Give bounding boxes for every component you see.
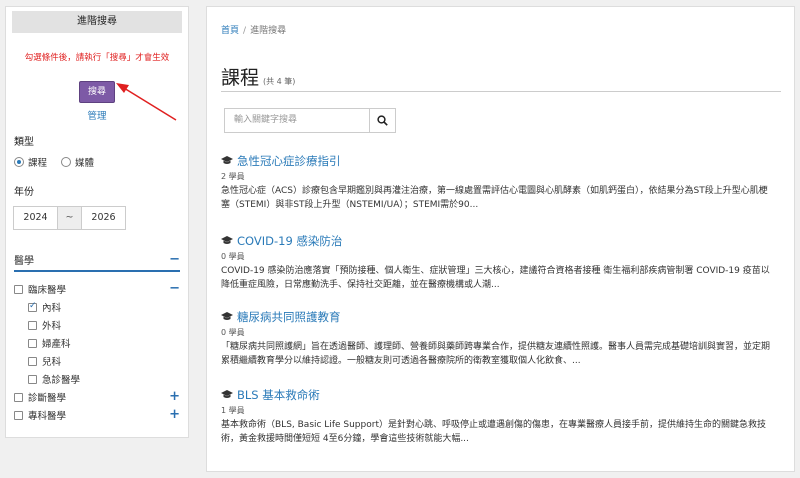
radio-course-label[interactable]: 課程	[28, 155, 47, 169]
medicine-section-title: 醫學	[14, 256, 34, 267]
course-item: 急性冠心症診療指引 2 學員 急性冠心症（ACS）診療包含早期鑑別與再灌注治療，…	[221, 153, 781, 212]
checkbox[interactable]	[28, 374, 37, 384]
collapse-icon[interactable]: −	[169, 253, 180, 266]
category-diagnostic-medicine[interactable]: 診斷醫學 +	[14, 388, 180, 406]
medicine-section-header: 醫學 −	[14, 252, 180, 272]
advanced-search-sidebar: 進階搜尋 勾選條件後，請執行「搜尋」才會生效 搜尋 管理 類型 課程 媒體 年份…	[5, 6, 189, 438]
graduation-cap-icon	[221, 236, 233, 244]
course-title-link[interactable]: COVID-19 感染防治	[221, 233, 781, 249]
subcategory-label: 急診醫學	[42, 375, 81, 386]
expand-icon[interactable]: +	[169, 390, 180, 403]
category-specialty-medicine[interactable]: 專科醫學 +	[14, 406, 180, 424]
type-section-title: 類型	[14, 137, 34, 148]
search-warning-text: 勾選條件後，請執行「搜尋」才會生效	[24, 53, 170, 63]
year-from-input[interactable]: 2024	[13, 206, 58, 230]
course-title-link[interactable]: BLS 基本救命術	[221, 387, 781, 403]
subcategory-label: 外科	[42, 321, 62, 332]
category-clinical-medicine[interactable]: 臨床醫學 −	[14, 280, 180, 298]
red-arrow-icon	[116, 83, 177, 121]
collapse-icon[interactable]: −	[169, 282, 180, 295]
course-title-text: 急性冠心症診療指引	[237, 154, 341, 168]
course-student-count: 0 學員	[221, 252, 245, 261]
page-title-text: 課程	[221, 67, 260, 89]
course-student-count: 2 學員	[221, 172, 245, 181]
radio-media-label[interactable]: 媒體	[75, 155, 94, 169]
sidebar-header: 進階搜尋	[12, 11, 182, 33]
checkbox[interactable]	[14, 410, 23, 420]
course-title-text: BLS 基本救命術	[237, 388, 320, 402]
expand-icon[interactable]: +	[169, 408, 180, 421]
breadcrumb-separator: /	[243, 26, 247, 36]
course-title-link[interactable]: 糖尿病共同照護教育	[221, 309, 781, 325]
course-title-text: 糖尿病共同照護教育	[237, 310, 341, 324]
checkbox[interactable]	[28, 320, 37, 330]
graduation-cap-icon	[221, 156, 233, 164]
checkbox[interactable]	[28, 338, 37, 348]
category-label: 臨床醫學	[28, 285, 67, 296]
category-label: 診斷醫學	[28, 393, 67, 404]
graduation-cap-icon	[221, 390, 233, 398]
subcategory-pediatrics[interactable]: 兒科	[28, 352, 180, 370]
year-range: 2024 ~ 2026	[13, 206, 188, 230]
checkbox[interactable]	[14, 284, 23, 294]
subcategory-label: 兒科	[42, 357, 62, 368]
course-description: 急性冠心症（ACS）診療包含早期鑑別與再灌注治療，第一線處置需評估心電圖與心肌酵…	[221, 186, 768, 210]
radio-course[interactable]	[14, 157, 24, 167]
breadcrumb: 首頁 / 進階搜尋	[221, 23, 286, 36]
course-description: 「糖尿病共同照護網」旨在透過醫師、護理師、營養師與藥師跨專業合作，提供糖友連續性…	[221, 342, 771, 366]
course-item: BLS 基本救命術 1 學員 基本救命術（BLS, Basic Life Sup…	[221, 387, 781, 446]
course-student-count: 1 學員	[221, 406, 245, 415]
result-count: (共 4 筆)	[263, 77, 296, 86]
breadcrumb-home-link[interactable]: 首頁	[221, 26, 239, 36]
checkbox-checked[interactable]	[28, 301, 37, 312]
subcategory-internal-medicine[interactable]: 內科	[28, 298, 180, 316]
graduation-cap-icon	[221, 312, 233, 320]
breadcrumb-current: 進階搜尋	[250, 26, 287, 36]
subcategory-obgyn[interactable]: 婦產科	[28, 334, 180, 352]
year-to-input[interactable]: 2026	[81, 206, 126, 230]
course-description: 基本救命術（BLS, Basic Life Support）是針對心跳、呼吸停止…	[221, 420, 766, 444]
course-title-link[interactable]: 急性冠心症診療指引	[221, 153, 781, 169]
checkbox[interactable]	[28, 356, 37, 366]
page-title: 課程 (共 4 筆)	[221, 63, 295, 90]
category-label: 專科醫學	[28, 411, 67, 422]
course-student-count: 0 學員	[221, 328, 245, 337]
radio-media[interactable]	[61, 157, 72, 167]
course-item: 糖尿病共同照護教育 0 學員 「糖尿病共同照護網」旨在透過醫師、護理師、營養師與…	[221, 309, 781, 368]
year-range-separator: ~	[58, 206, 81, 230]
course-item: COVID-19 感染防治 0 學員 COVID-19 感染防治應落實「預防接種…	[221, 233, 781, 292]
main-content: 首頁 / 進階搜尋 課程 (共 4 筆) 輸入關鍵字搜尋 急性冠心症診療指引 2 學員…	[206, 6, 795, 472]
course-title-text: COVID-19 感染防治	[237, 234, 343, 248]
type-radio-group: 課程 媒體	[14, 155, 188, 169]
subcategory-emergency-medicine[interactable]: 急診醫學	[28, 370, 180, 388]
search-submit-button[interactable]	[369, 108, 396, 133]
course-description: COVID-19 感染防治應落實「預防接種、個人衛生、症狀管理」三大核心，建議符…	[221, 266, 770, 290]
subcategory-label: 內科	[42, 303, 62, 314]
subcategory-surgery[interactable]: 外科	[28, 316, 180, 334]
checkbox[interactable]	[14, 392, 23, 402]
magnifier-icon	[377, 115, 388, 126]
subcategory-label: 婦產科	[42, 339, 71, 350]
year-section-title: 年份	[14, 187, 34, 198]
title-divider	[221, 91, 781, 92]
